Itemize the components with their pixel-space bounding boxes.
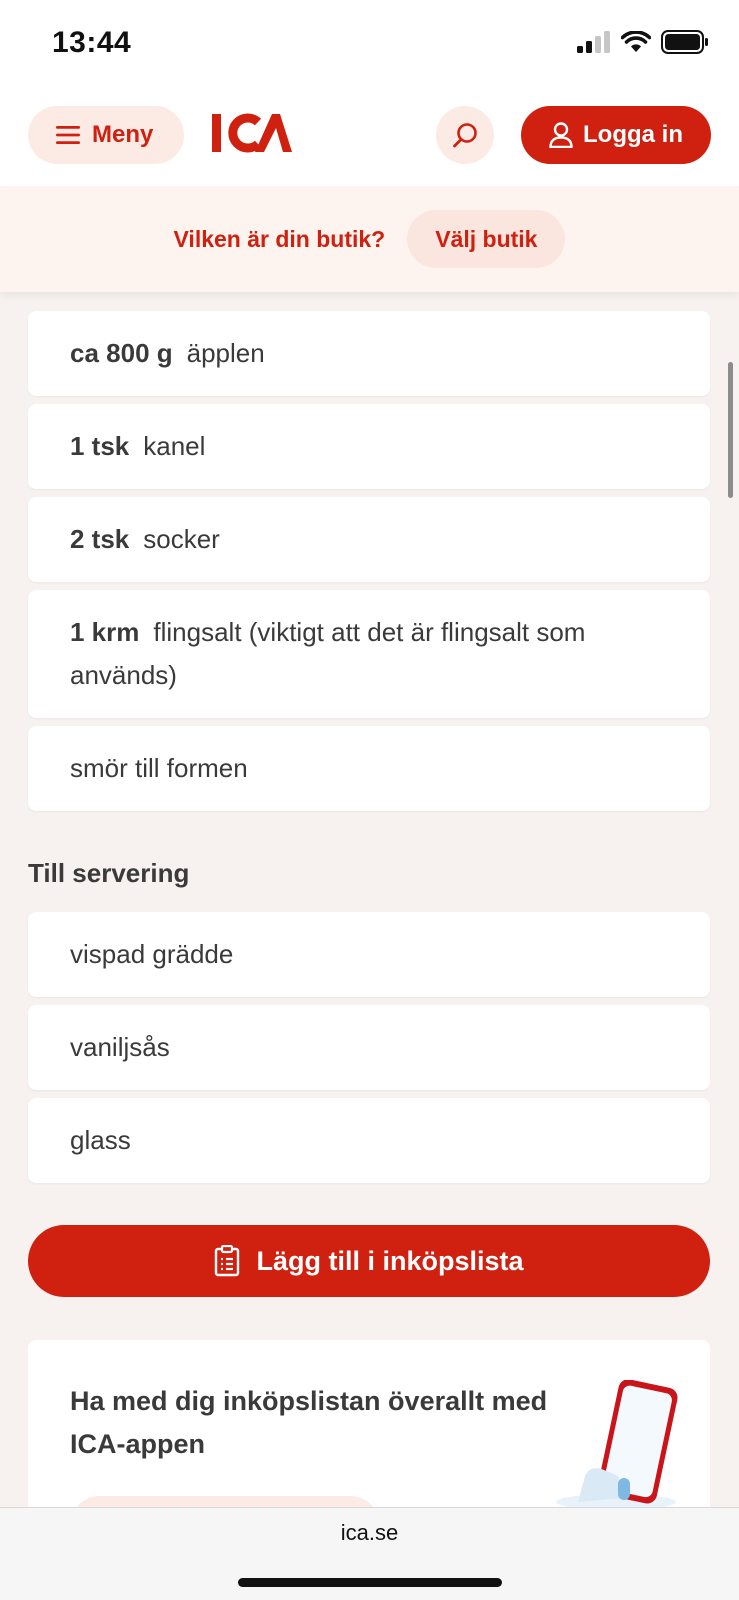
- menu-label: Meny: [92, 121, 154, 148]
- serving-item-name: glass: [70, 1125, 131, 1155]
- status-bar: 13:44: [0, 0, 739, 92]
- serving-item[interactable]: vispad grädde: [28, 912, 710, 997]
- store-question: Vilken är din butik?: [173, 225, 386, 252]
- ingredient-item[interactable]: 1 tsk kanel: [28, 404, 710, 489]
- serving-item[interactable]: glass: [28, 1098, 710, 1183]
- url-text[interactable]: ica.se: [0, 1520, 739, 1546]
- ingredient-quantity: 2 tsk: [70, 524, 130, 554]
- serving-item[interactable]: vaniljsås: [28, 1005, 710, 1090]
- serving-section-title: Till servering: [28, 858, 190, 888]
- browser-url-bar: ica.se: [0, 1507, 739, 1600]
- ingredient-name: äpplen: [186, 338, 265, 368]
- site-header: Meny Logga in: [0, 92, 739, 186]
- ingredient-text: smör till formen: [70, 747, 248, 790]
- ingredient-item[interactable]: 1 krm flingsalt (viktigt att det är fling…: [28, 590, 710, 718]
- store-banner: Vilken är din butik? Välj butik: [0, 186, 739, 292]
- ingredient-name: socker: [143, 524, 220, 554]
- wifi-icon: [621, 31, 651, 52]
- phone-illustration: [556, 1380, 678, 1510]
- ingredient-item[interactable]: smör till formen: [28, 726, 710, 811]
- clipboard-list-icon: [215, 1245, 240, 1277]
- ingredient-name: flingsalt (viktigt att det är flingsalt …: [70, 617, 586, 690]
- ingredient-item[interactable]: 2 tsk socker: [28, 497, 710, 582]
- search-icon: [453, 123, 477, 148]
- add-to-list-label: Lägg till i inköpslista: [256, 1245, 524, 1276]
- ingredient-quantity: 1 krm: [70, 617, 140, 647]
- status-icons: [577, 30, 709, 54]
- login-button[interactable]: Logga in: [521, 106, 711, 164]
- battery-icon: [661, 30, 708, 54]
- ingredient-text: ca 800 g äpplen: [70, 332, 265, 375]
- ingredient-text: 2 tsk socker: [70, 518, 220, 561]
- search-button[interactable]: [436, 106, 494, 164]
- login-label: Logga in: [583, 121, 683, 148]
- add-to-shopping-list-button[interactable]: Lägg till i inköpslista: [28, 1225, 710, 1297]
- home-indicator[interactable]: [238, 1578, 502, 1587]
- user-icon: [549, 122, 573, 148]
- menu-button[interactable]: Meny: [28, 106, 184, 164]
- ica-logo[interactable]: [210, 112, 292, 154]
- ingredient-quantity: 1 tsk: [70, 431, 130, 461]
- hamburger-icon: [56, 126, 80, 144]
- app-promo-text: Ha med dig inköpslistan överallt med ICA…: [70, 1386, 548, 1459]
- serving-item-name: vaniljsås: [70, 1032, 170, 1062]
- choose-store-button[interactable]: Välj butik: [407, 210, 566, 268]
- page-scrollbar[interactable]: [728, 362, 733, 498]
- ingredient-name: smör till formen: [70, 753, 248, 783]
- ingredient-quantity: ca 800 g: [70, 338, 173, 368]
- cellular-signal-icon: [577, 31, 610, 53]
- status-time: 13:44: [52, 26, 132, 59]
- ingredient-item[interactable]: ca 800 g äpplen: [28, 311, 710, 396]
- ingredient-text: 1 tsk kanel: [70, 425, 205, 468]
- serving-item-name: vispad grädde: [70, 939, 234, 969]
- ingredient-name: kanel: [143, 431, 206, 461]
- ingredient-text: 1 krm flingsalt (viktigt att det är fling…: [70, 611, 668, 697]
